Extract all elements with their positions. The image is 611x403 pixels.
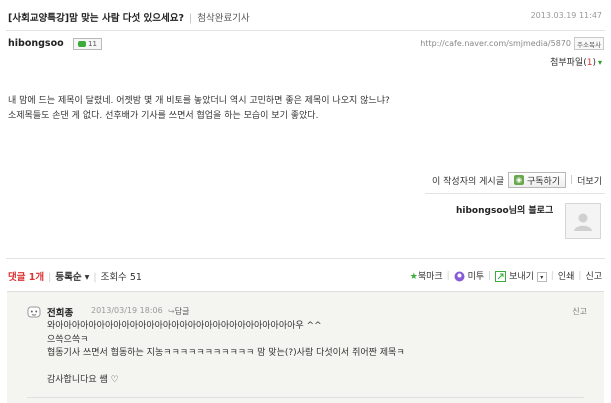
avatar[interactable]	[565, 203, 601, 239]
author-blog-link[interactable]: hibongsoo님의 블로그	[456, 203, 553, 216]
attachments-label: 첨부파일	[550, 58, 584, 68]
sort-dropdown[interactable]: 등록순 ▾	[55, 272, 89, 283]
send-label: 보내기	[509, 272, 534, 282]
body-line: 내 맘에 드는 제목이 달렸네. 어젯밤 몇 개 비토를 놓았더니 역시 고민하…	[8, 96, 390, 106]
comment-line: 와아아아아아아아아아아아아아아아아아아아아아아아아아아아아아우 ^^	[47, 321, 322, 331]
metoo-label: 미투	[467, 272, 485, 282]
reply-label: 답글	[174, 307, 190, 316]
views-count: 조회수 51	[100, 272, 142, 283]
star-icon: ★	[409, 271, 418, 282]
send-icon	[495, 271, 507, 282]
post-category[interactable]: 첨삭완료기사	[197, 13, 249, 24]
author-posts-label: 이 작성자의 게시글	[432, 176, 504, 187]
divider	[6, 30, 605, 31]
comment-report-button[interactable]: 신고	[572, 306, 587, 317]
post-date: 2013.03.19 11:47	[530, 11, 602, 20]
comment-line: 협동기사 쓰면서 협동하는 지농ㅋㅋㅋㅋㅋㅋㅋㅋㅋㅋㅋ 맘 맞는(?)사람 다섯…	[47, 348, 405, 358]
chat-icon	[78, 41, 87, 47]
divider	[425, 193, 605, 194]
copy-address-button[interactable]: 주소복사	[574, 37, 604, 50]
rss-icon: ◉	[513, 175, 524, 185]
bookmark-button[interactable]: ★북마크	[409, 269, 443, 283]
send-button[interactable]: 보내기 ▾	[495, 269, 547, 282]
post-url[interactable]: http://cafe.naver.com/smjmedia/5870	[420, 39, 571, 48]
attachments-count: 1	[586, 58, 593, 68]
subscribe-label: 구독하기	[526, 176, 561, 187]
attachments-link[interactable]: 첨부파일(1) ▾	[550, 55, 602, 68]
chat-count: 11	[88, 40, 97, 48]
divider	[27, 397, 584, 398]
comment-line: 으쓱으쓱ㅋ	[47, 334, 89, 345]
metoo-button[interactable]: 미투	[454, 269, 484, 282]
divider	[6, 258, 605, 259]
metoo-icon	[454, 271, 465, 282]
print-button[interactable]: 인쇄	[558, 269, 575, 282]
reply-icon: ↪	[168, 307, 175, 316]
bookmark-label: 북마크	[417, 272, 443, 282]
chat-badge[interactable]: 11	[73, 38, 102, 50]
chevron-down-icon: ▾	[597, 58, 602, 67]
comment-bar: 댓글 1개 | 등록순 ▾ | 조회수 51	[8, 272, 142, 283]
chevron-down-icon[interactable]: ▾	[536, 271, 547, 282]
post-title: [사회교양특강]맘 맞는 사람 다섯 있으세요?	[8, 13, 185, 24]
comments-count[interactable]: 댓글 1개	[8, 272, 44, 283]
share-bar: ★북마크 | 미투 | 보내기 ▾ | 인쇄 | 신고	[409, 269, 602, 283]
post-body: 내 맘에 드는 제목이 달렸네. 어젯밤 몇 개 비토를 놓았더니 역시 고민하…	[8, 94, 390, 124]
commenter-name[interactable]: 전희종	[47, 305, 73, 319]
comment-date: 2013/03/19 18:06	[91, 306, 163, 315]
comment-text: 와아아아아아아아아아아아아아아아아아아아아아아아아아아아아아우 ^^ 으쓱으쓱ㅋ…	[47, 320, 405, 388]
comment-line: 감사합니다요 쌤 ♡	[47, 375, 119, 385]
subscribe-button[interactable]: ◉ 구독하기	[507, 172, 567, 188]
post-title-row: [사회교양특강]맘 맞는 사람 다섯 있으세요? | 첨삭완료기사	[8, 13, 250, 24]
reply-button[interactable]: ↪답글	[168, 306, 189, 317]
author-name[interactable]: hibongsoo	[8, 38, 64, 49]
commenter-face-icon	[27, 306, 41, 318]
report-button[interactable]: 신고	[585, 269, 602, 282]
body-line: 소제목들도 손댄 게 없다. 선후배가 기사를 쓰면서 협업을 하는 모습이 보…	[8, 111, 319, 121]
sort-label: 등록순	[55, 272, 82, 283]
author-posts-row: 이 작성자의 게시글 ◉ 구독하기 | 더보기	[432, 172, 602, 188]
more-link[interactable]: 더보기	[577, 174, 602, 187]
user-silhouette-icon	[574, 213, 592, 231]
